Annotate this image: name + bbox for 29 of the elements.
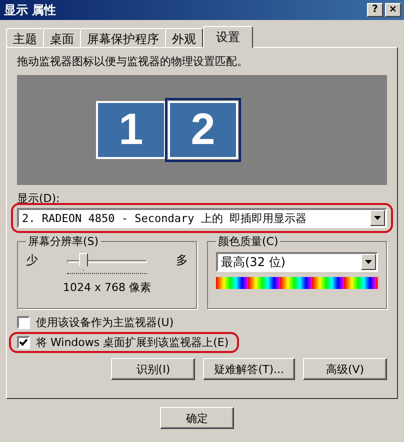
resolution-reading: 1024 x 768 像素 (62, 280, 152, 295)
tab[interactable]: 主题 (6, 28, 44, 47)
help-button[interactable]: ? (367, 3, 383, 17)
tab[interactable]: 设置 (203, 26, 253, 48)
instruction-text: 拖动监视器图标以便与监视器的物理设置匹配。 (17, 54, 249, 69)
tab[interactable]: 外观 (165, 28, 203, 47)
tab[interactable]: 桌面 (43, 28, 81, 47)
resolution-slider[interactable] (67, 252, 147, 274)
display-dropdown[interactable]: 2. RADEON 4850 - Secondary 上的 即插即用显示器 (17, 208, 387, 228)
min-label: 少 (26, 252, 38, 269)
group-title: 屏幕分辨率(S) (26, 234, 101, 249)
display-label: 显示(D): (17, 191, 61, 206)
dialog-button[interactable]: 识别(I) (111, 358, 196, 380)
group-title: 颜色质量(C) (216, 234, 280, 249)
checkbox-label: 使用该设备作为主监视器(U) (36, 315, 174, 330)
close-button[interactable]: × (385, 3, 401, 17)
ok-button[interactable]: 确定 (160, 407, 234, 429)
monitor-tile[interactable]: 2 (168, 101, 238, 159)
checkbox[interactable] (17, 336, 30, 349)
window-title: 显示 属性 (4, 2, 56, 18)
checkbox-label: 将 Windows 桌面扩展到该监视器上(E) (36, 335, 229, 350)
dialog-button[interactable]: 高级(V) (303, 358, 387, 380)
monitor-tile[interactable]: 1 (96, 101, 166, 159)
checkbox[interactable] (17, 316, 30, 329)
color-quality-dropdown[interactable]: 最高(32 位) (216, 252, 378, 272)
tab[interactable]: 屏幕保护程序 (80, 28, 166, 47)
dialog-button[interactable]: 疑难解答(T)... (203, 358, 295, 380)
slider-thumb[interactable] (79, 253, 88, 271)
max-label: 多 (176, 252, 188, 269)
